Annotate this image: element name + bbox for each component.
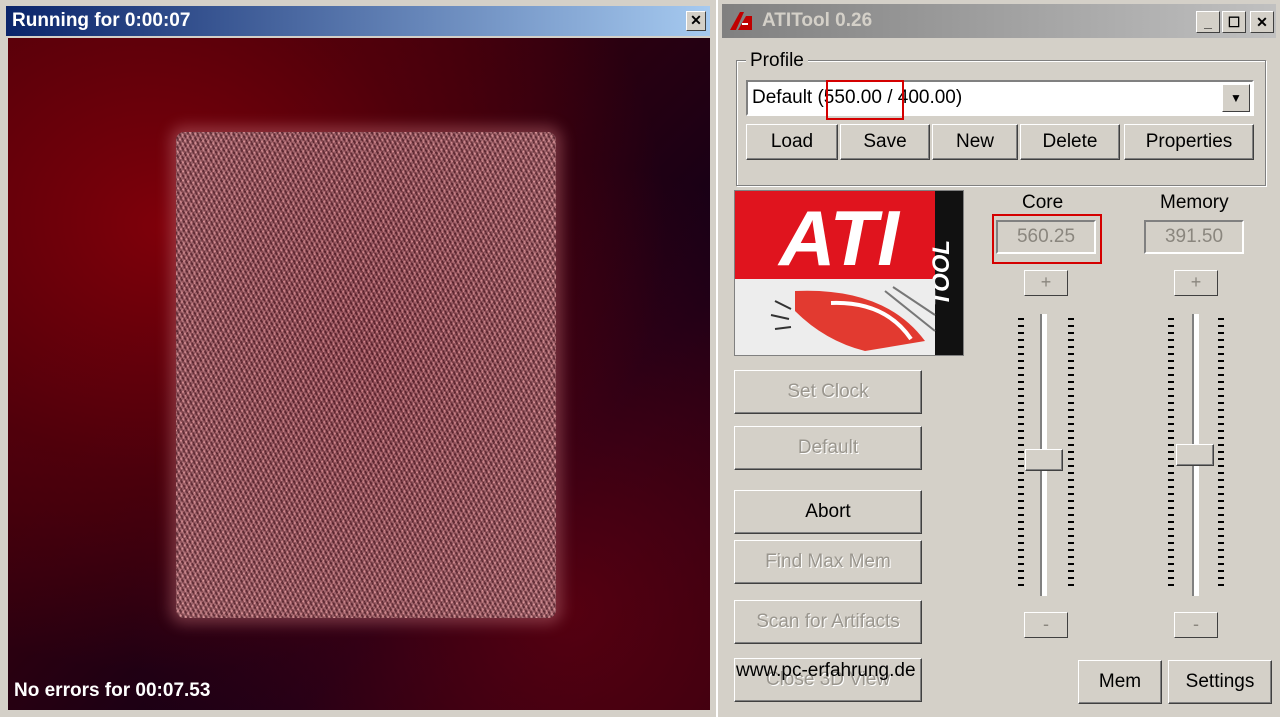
dropdown-button[interactable]: ▼ [1222,84,1250,112]
memory-slider-ticks-right [1218,318,1224,590]
find-max-mem-button[interactable]: Find Max Mem [734,540,922,584]
render-titlebar[interactable]: Running for 0:00:07 ✕ [6,6,710,36]
default-button[interactable]: Default [734,426,922,470]
logo-main-text: ATI [777,194,900,282]
render-close-button[interactable]: ✕ [686,11,706,31]
atitool-window: ATITool 0.26 _ ☐ ✕ Profile Default (550.… [716,0,1280,717]
memory-slider-ticks-left [1168,318,1174,590]
memory-clock-value: 391.50 [1144,220,1244,254]
close-icon: ✕ [1256,14,1268,30]
load-button[interactable]: Load [746,124,838,160]
close-icon: ✕ [690,12,702,28]
properties-button[interactable]: Properties [1124,124,1254,160]
highlight-core-clock [992,214,1102,264]
profile-select[interactable]: Default (550.00 / 400.00) ▼ [746,80,1254,116]
new-button[interactable]: New [932,124,1018,160]
settings-button[interactable]: Settings [1168,660,1272,704]
set-clock-button[interactable]: Set Clock [734,370,922,414]
scan-artifacts-button[interactable]: Scan for Artifacts [734,600,922,644]
memory-slider-thumb[interactable] [1176,444,1214,466]
chevron-down-icon: ▼ [1230,91,1242,105]
close-button[interactable]: ✕ [1250,11,1274,33]
atitool-titlebar[interactable]: ATITool 0.26 _ ☐ ✕ [722,4,1276,38]
ati-app-icon [730,12,752,30]
core-increase-button[interactable]: + [1024,270,1068,296]
minimize-icon: _ [1204,14,1212,30]
highlight-profile-core-value [826,80,904,120]
core-decrease-button[interactable]: - [1024,612,1068,638]
core-slider-ticks-left [1018,318,1024,590]
abort-button[interactable]: Abort [734,490,922,534]
atitool-window-title: ATITool 0.26 [762,10,873,31]
memory-label: Memory [1160,192,1229,213]
maximize-button[interactable]: ☐ [1222,11,1246,33]
render-viewport: No errors for 00:07.53 [8,38,710,710]
fur-render-object [176,132,556,618]
profile-group-label: Profile [746,50,808,72]
delete-button[interactable]: Delete [1020,124,1120,160]
memory-decrease-button[interactable]: - [1174,612,1218,638]
ati-tool-logo: ATI TOOL [734,190,964,356]
render-status-text: No errors for 00:07.53 [14,680,211,701]
mem-button[interactable]: Mem [1078,660,1162,704]
maximize-icon: ☐ [1227,14,1241,30]
save-button[interactable]: Save [840,124,930,160]
core-slider-thumb[interactable] [1025,449,1063,472]
render-window-title: Running for 0:00:07 [12,10,191,31]
minimize-button[interactable]: _ [1196,11,1220,33]
core-label: Core [1022,192,1064,213]
core-slider-ticks-right [1068,318,1074,590]
profile-group [736,60,1266,186]
watermark-text: www.pc-erfahrung.de [736,660,916,681]
render-window: Running for 0:00:07 ✕ No errors for 00:0… [0,0,712,717]
memory-increase-button[interactable]: + [1174,270,1218,296]
